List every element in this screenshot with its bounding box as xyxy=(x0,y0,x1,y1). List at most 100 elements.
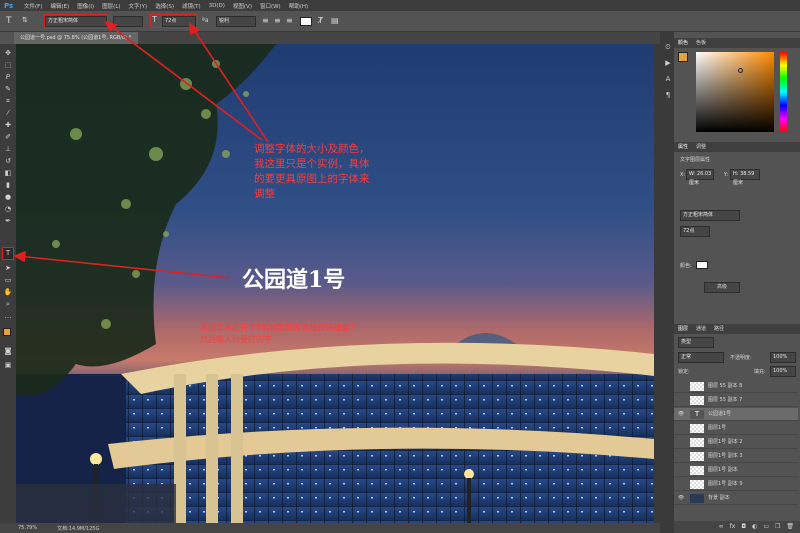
text-color-swatch[interactable] xyxy=(300,17,312,26)
headline-text[interactable]: 公园道1号 xyxy=(242,262,345,294)
eyedropper-tool-icon[interactable]: ⁄ xyxy=(2,108,14,118)
layer-row[interactable]: 👁 背景 副本 xyxy=(674,492,798,505)
height-field[interactable]: H: 38.59 厘米 xyxy=(730,169,760,186)
menu-3d[interactable]: 3D(D) xyxy=(209,3,225,9)
pen-tool-icon[interactable]: ✒ xyxy=(2,216,14,226)
visibility-eye-icon[interactable]: 👁 xyxy=(677,408,685,421)
layer-kind-filter[interactable]: 类型 xyxy=(678,337,714,348)
type-tool-icon[interactable]: T xyxy=(6,16,12,26)
foreground-color-swatch[interactable] xyxy=(3,328,11,336)
layer-style-icon[interactable]: fx xyxy=(730,521,736,533)
tab-channels[interactable]: 通道 xyxy=(696,324,706,334)
layer-name: 图层1号 xyxy=(708,425,727,431)
layer-row[interactable]: 图层1号 副本 xyxy=(674,464,798,477)
menu-file[interactable]: 文件(F) xyxy=(24,2,42,10)
align-center-icon[interactable]: ≡ xyxy=(274,16,281,25)
layer-row[interactable]: 图层 55 副本 7 xyxy=(674,394,798,407)
dodge-tool-icon[interactable]: ◔ xyxy=(2,204,14,214)
menu-view[interactable]: 视图(V) xyxy=(233,2,252,10)
orientation-toggle-icon[interactable]: ⇅ xyxy=(22,16,28,24)
move-tool-icon[interactable]: ✥ xyxy=(2,48,14,58)
crop-tool-icon[interactable]: ⌗ xyxy=(2,96,14,106)
layer-name: 图层1号 副本 9 xyxy=(708,481,743,487)
panel-foreground-swatch[interactable] xyxy=(678,52,688,62)
stamp-tool-icon[interactable]: ⊥ xyxy=(2,144,14,154)
antialias-select[interactable]: 锐利 xyxy=(216,16,256,27)
zoom-level[interactable]: 75.79% xyxy=(18,525,37,531)
menu-select[interactable]: 选择(S) xyxy=(155,2,174,10)
menu-filter[interactable]: 滤镜(T) xyxy=(182,2,201,10)
layer-row[interactable]: 图层1号 xyxy=(674,422,798,435)
type-tool-icon[interactable]: T xyxy=(2,247,14,260)
shape-tool-icon[interactable]: ▭ xyxy=(2,275,14,285)
adjustment-layer-icon[interactable]: ◐ xyxy=(752,521,757,533)
visibility-eye-icon[interactable]: 👁 xyxy=(677,492,685,505)
marquee-tool-icon[interactable]: ⬚ xyxy=(2,60,14,70)
hue-slider[interactable] xyxy=(780,52,787,132)
history-panel-icon[interactable]: ⏲ xyxy=(662,42,674,52)
quick-mask-icon[interactable]: ◙ xyxy=(2,346,14,356)
add-mask-icon[interactable]: ◘ xyxy=(741,521,746,533)
document-tab[interactable]: 公园道一号.psd @ 75.8% (公园道1号, RGB/8) * xyxy=(14,32,138,44)
layer-thumbnail xyxy=(690,452,704,461)
align-left-icon[interactable]: ≡ xyxy=(262,16,269,25)
menu-type[interactable]: 文字(Y) xyxy=(129,2,148,10)
font-style-select[interactable] xyxy=(113,16,143,27)
layer-row[interactable]: 图层 55 副本 8 xyxy=(674,380,798,393)
props-size-select[interactable]: 72点 xyxy=(680,226,710,237)
paragraph-panel-icon[interactable]: ¶ xyxy=(662,90,674,100)
tab-swatches[interactable]: 色板 xyxy=(696,38,706,48)
layer-thumbnail xyxy=(690,438,704,447)
healing-tool-icon[interactable]: ✚ xyxy=(2,120,14,130)
warp-text-icon[interactable]: Ⱦ xyxy=(318,16,323,25)
opacity-label: 不透明度: xyxy=(730,355,752,361)
tab-properties[interactable]: 属性 xyxy=(678,142,688,152)
menu-edit[interactable]: 编辑(E) xyxy=(50,2,69,10)
color-picker-field[interactable] xyxy=(696,52,774,132)
width-field[interactable]: W: 26.03 厘米 xyxy=(686,169,714,186)
document-canvas[interactable]: 公园道1号 调整字体的大小及颜色， 我这里只是个实例，具体 的要更具原图上的字体… xyxy=(16,44,654,523)
quick-select-tool-icon[interactable]: ✎ xyxy=(2,84,14,94)
advanced-button[interactable]: 高级 xyxy=(704,282,740,293)
align-right-icon[interactable]: ≡ xyxy=(286,16,293,25)
layer-row[interactable]: 图层1号 副本 3 xyxy=(674,450,798,463)
new-group-icon[interactable]: ▭ xyxy=(763,521,769,533)
character-panel-icon[interactable]: ▤ xyxy=(331,16,339,25)
layer-name: 图层1号 副本 3 xyxy=(708,453,743,459)
character-panel-icon[interactable]: A xyxy=(662,74,674,84)
menu-window[interactable]: 窗口(W) xyxy=(260,2,281,10)
tab-adjustments[interactable]: 调整 xyxy=(696,142,706,152)
tab-layers[interactable]: 图层 xyxy=(678,324,688,334)
hand-tool-icon[interactable]: ✋ xyxy=(2,287,14,297)
path-select-tool-icon[interactable]: ➤ xyxy=(2,263,14,273)
blend-mode-select[interactable]: 正常 xyxy=(678,352,724,363)
layer-row[interactable]: 图层1号 副本 2 xyxy=(674,436,798,449)
color-picker-cursor[interactable] xyxy=(738,68,743,73)
tab-color[interactable]: 颜色 xyxy=(678,38,688,48)
brush-tool-icon[interactable]: ✐ xyxy=(2,132,14,142)
tab-paths[interactable]: 路径 xyxy=(714,324,724,334)
screen-mode-icon[interactable]: ▣ xyxy=(2,360,14,370)
right-panels: 颜色 色板 属性 调整 文字图层属性 X: W: 26.03 厘米 Y: H: … xyxy=(674,32,800,533)
menu-layer[interactable]: 图层(L) xyxy=(102,2,120,10)
eraser-tool-icon[interactable]: ◧ xyxy=(2,168,14,178)
history-brush-icon[interactable]: ↺ xyxy=(2,156,14,166)
opacity-field[interactable]: 100% xyxy=(770,352,796,363)
layer-name: 图层 55 副本 8 xyxy=(708,383,743,389)
link-layers-icon[interactable]: ∞ xyxy=(719,521,724,533)
layer-row-selected[interactable]: 👁 T 公园道1号 xyxy=(674,408,798,421)
zoom-tool-icon[interactable]: ⌕ xyxy=(2,299,14,309)
new-layer-icon[interactable]: ❐ xyxy=(775,521,780,533)
menu-help[interactable]: 帮助(H) xyxy=(289,2,308,10)
menu-image[interactable]: 图像(I) xyxy=(77,2,94,10)
more-tools-icon[interactable]: … xyxy=(2,311,14,321)
lasso-tool-icon[interactable]: ᑭ xyxy=(2,72,14,82)
blur-tool-icon[interactable]: ● xyxy=(2,192,14,202)
props-color-swatch[interactable] xyxy=(696,261,708,269)
props-font-select[interactable]: 方正粗宋简体 xyxy=(680,210,740,221)
actions-panel-icon[interactable]: ▶ xyxy=(662,58,674,68)
delete-layer-icon[interactable]: 🗑 xyxy=(786,521,794,533)
fill-field[interactable]: 100% xyxy=(770,366,796,377)
layer-row[interactable]: 图层1号 副本 9 xyxy=(674,478,798,491)
gradient-tool-icon[interactable]: ▮ xyxy=(2,180,14,190)
